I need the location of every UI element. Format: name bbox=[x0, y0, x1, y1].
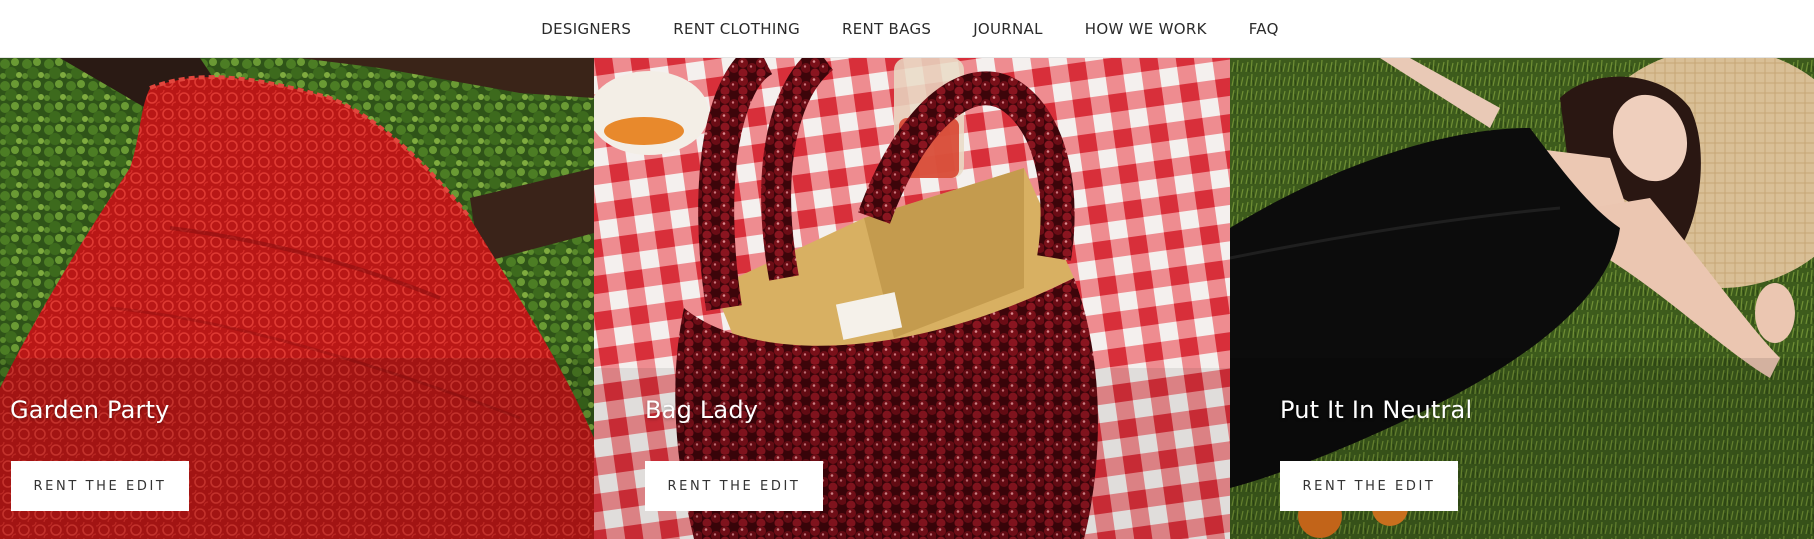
top-navigation: DESIGNERS RENT CLOTHING RENT BAGS JOURNA… bbox=[0, 0, 1814, 58]
nav-item-faq[interactable]: FAQ bbox=[1228, 20, 1300, 38]
edit-panels: Garden Party RENT THE EDIT Bag Lady RENT… bbox=[0, 58, 1814, 539]
nav-item-designers[interactable]: DESIGNERS bbox=[520, 20, 652, 38]
panel-put-it-in-neutral[interactable]: Put It In Neutral RENT THE EDIT bbox=[1230, 58, 1814, 539]
panel-title: Bag Lady bbox=[645, 396, 759, 424]
nav-item-rent-bags[interactable]: RENT BAGS bbox=[821, 20, 952, 38]
panel-bag-lady[interactable]: Bag Lady RENT THE EDIT bbox=[594, 58, 1230, 539]
panel-garden-party[interactable]: Garden Party RENT THE EDIT bbox=[0, 58, 594, 539]
nav-item-journal[interactable]: JOURNAL bbox=[952, 20, 1064, 38]
nav-item-rent-clothing[interactable]: RENT CLOTHING bbox=[652, 20, 821, 38]
rent-the-edit-button[interactable]: RENT THE EDIT bbox=[11, 461, 189, 511]
nav-item-how-we-work[interactable]: HOW WE WORK bbox=[1064, 20, 1228, 38]
nav-list: DESIGNERS RENT CLOTHING RENT BAGS JOURNA… bbox=[514, 20, 1299, 38]
rent-the-edit-button[interactable]: RENT THE EDIT bbox=[1280, 461, 1458, 511]
panel-title: Garden Party bbox=[10, 396, 170, 424]
rent-the-edit-button[interactable]: RENT THE EDIT bbox=[645, 461, 823, 511]
panel-title: Put It In Neutral bbox=[1280, 396, 1473, 424]
